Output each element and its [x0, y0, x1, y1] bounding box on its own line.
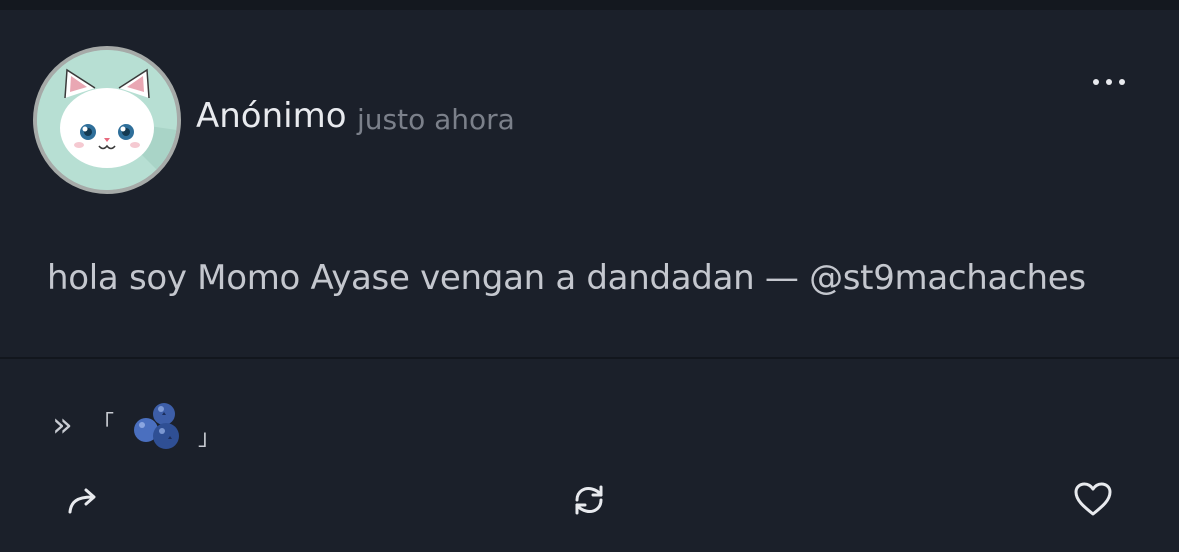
- action-bar: [0, 478, 1179, 528]
- cat-avatar-icon: [37, 50, 177, 190]
- heart-icon: [1074, 482, 1112, 516]
- repost-icon: [575, 485, 603, 515]
- author-name[interactable]: Anónimo: [196, 96, 347, 136]
- like-button[interactable]: [1071, 478, 1115, 522]
- more-horizontal-icon: [1093, 79, 1125, 85]
- divider: [0, 357, 1179, 359]
- top-strip: [0, 0, 1179, 10]
- share-icon: [68, 488, 96, 514]
- post-timestamp: justo ahora: [357, 103, 515, 136]
- double-arrow-glyph: »: [52, 405, 73, 445]
- repost-button[interactable]: [567, 478, 611, 522]
- open-bracket: 「: [92, 412, 115, 437]
- blueberries-icon: [134, 403, 179, 449]
- share-button[interactable]: [62, 478, 106, 522]
- post-card: Anónimo justo ahora hola soy Momo Ayase …: [0, 10, 1179, 360]
- avatar[interactable]: [33, 46, 181, 194]
- post-message: hola soy Momo Ayase vengan a dandadan — …: [47, 258, 1086, 298]
- more-options-button[interactable]: [1082, 62, 1134, 102]
- close-bracket: 」: [198, 426, 221, 451]
- tagline: » 「 」: [52, 400, 232, 456]
